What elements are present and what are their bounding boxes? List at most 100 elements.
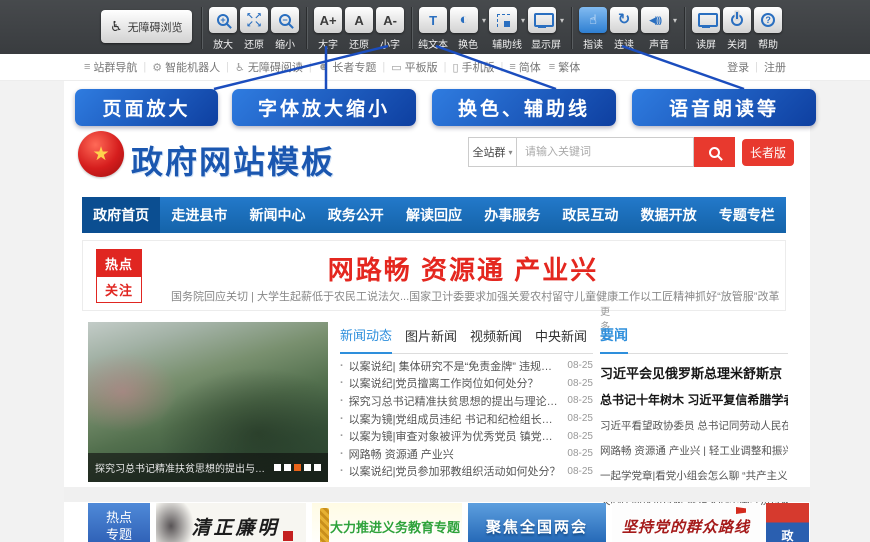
nav-item-news-center[interactable]: 新闻中心 — [238, 197, 316, 233]
text-icon: T — [429, 14, 437, 27]
sound-button[interactable]: ◀))) — [641, 7, 669, 33]
topic-banner-partial[interactable]: 政 — [766, 503, 809, 542]
point-read-button[interactable] — [579, 7, 607, 33]
page-zoom-group: + 放大 ↖↗↙↘ 还原 − 缩小 — [208, 7, 301, 51]
help-button[interactable]: ? — [754, 7, 782, 33]
elder-version-button[interactable]: 长者版 — [742, 139, 794, 166]
screen-display-button[interactable] — [528, 7, 556, 33]
tab-important-news[interactable]: 要闻 — [600, 325, 628, 354]
login-link[interactable]: 登录 — [727, 59, 749, 75]
nav-item-open-data[interactable]: 数据开放 — [630, 197, 708, 233]
news-list-item[interactable]: 以案为镜|审查对象被评为优秀党员 镇党委6人被问责08-25 — [340, 427, 593, 445]
font-restore-button[interactable]: A — [345, 7, 373, 33]
sound-dropdown-arrow[interactable]: ▾ — [669, 16, 677, 25]
register-link[interactable]: 注册 — [764, 59, 786, 75]
zoom-out-button[interactable]: − — [271, 7, 299, 33]
nav-item-interpretation[interactable]: 解读回应 — [395, 197, 473, 233]
toolbar-divider — [306, 7, 308, 49]
callout-voice-reading: 语音朗读等 — [632, 89, 816, 126]
carousel-caption-bar: 探究习总书记精准扶贫思想的提出与理论基础 — [88, 453, 328, 482]
tablet-version-link[interactable]: ▭平板版 — [391, 59, 437, 75]
hot-sublinks: 国务院回应关切 | 大学生起薪低于农民工说法欠... 国家卫计委要求加强关爱农村… — [171, 288, 749, 304]
screen-reader-button[interactable] — [692, 7, 720, 33]
nav-item-county[interactable]: 走进县市 — [160, 197, 238, 233]
divider: | — [143, 61, 146, 73]
tablet-icon: ▭ — [391, 61, 401, 74]
news-carousel[interactable]: 探究习总书记精准扶贫思想的提出与理论基础 — [88, 322, 328, 482]
traditional-chinese-link[interactable]: ≡繁体 — [549, 59, 580, 75]
tab-news-dynamics[interactable]: 新闻动态 — [340, 325, 392, 354]
mobile-version-link[interactable]: ▯手机版 — [452, 59, 494, 75]
important-news-headline[interactable]: 总书记十年树木 习近平复信希腊学者 — [600, 391, 788, 408]
menu-icon: ≡ — [84, 61, 90, 73]
nav-item-special-columns[interactable]: 专题专栏 — [708, 197, 786, 233]
important-news-item[interactable]: 习近平看望政协委员 总书记同劳动人民在一起 — [600, 418, 788, 433]
font-larger-button[interactable]: A+ — [314, 7, 342, 33]
carousel-dot[interactable] — [304, 464, 311, 471]
sound-label: 声音 — [649, 36, 669, 51]
banner-text: 大力推进义务教育专题 — [330, 517, 460, 536]
important-news-column: 要闻 习近平会见俄罗斯总理米舒斯京 总书记十年树木 习近平复信希腊学者 习近平看… — [600, 325, 788, 508]
hot-topics-label[interactable]: 热点 专题 — [88, 503, 150, 542]
news-date: 08-25 — [567, 395, 593, 406]
tab-central-news[interactable]: 中央新闻 — [535, 326, 587, 353]
topic-banner-education[interactable]: 大力推进义务教育专题 — [312, 503, 462, 542]
accessible-reading-link[interactable]: ♿无障碍阅读 — [235, 59, 303, 75]
news-list-item[interactable]: 探究习总书记精准扶贫思想的提出与理论基础08-25 — [340, 392, 593, 410]
color-dropdown-arrow[interactable]: ▾ — [478, 16, 486, 25]
guide-lines-button[interactable] — [489, 7, 517, 33]
plain-text-button[interactable]: T — [419, 7, 447, 33]
news-list-item[interactable]: 以案说纪|党员参加邪教组织活动如何处分？08-25 — [340, 463, 593, 481]
accessibility-main-button[interactable]: ♿ 无障碍浏览 — [101, 10, 192, 43]
close-toolbar-button[interactable] — [723, 7, 751, 33]
site-group-nav-link[interactable]: ≡站群导航 — [84, 59, 137, 75]
search-input[interactable] — [516, 137, 694, 167]
topic-banner-two-sessions[interactable]: 聚焦全国两会 — [468, 503, 606, 542]
important-news-headline[interactable]: 习近平会见俄罗斯总理米舒斯京 — [600, 363, 788, 382]
font-smaller-button[interactable]: A- — [376, 7, 404, 33]
color-change-button[interactable] — [450, 7, 478, 33]
carousel-dot[interactable] — [274, 464, 281, 471]
hot-focus-badge[interactable]: 热点 关注 — [96, 249, 142, 303]
news-list-item[interactable]: 以案为镜|党组成员违纪 书记和纪检组长被问责08-25 — [340, 410, 593, 428]
badge-line2: 关注 — [97, 277, 141, 302]
topic-banner-integrity[interactable]: 清正廉明 — [156, 503, 306, 542]
news-list-item[interactable]: 以案说纪|党员擅离工作岗位如何处分？08-25 — [340, 375, 593, 393]
topic-banner-mass-line[interactable]: 坚持党的群众路线 — [612, 503, 760, 542]
person-icon: ☻ — [318, 61, 330, 73]
monitor-icon — [534, 13, 550, 28]
continuous-read-button[interactable] — [610, 7, 638, 33]
screen-display-dropdown-arrow[interactable]: ▾ — [556, 16, 564, 25]
search-button[interactable] — [694, 137, 735, 167]
important-news-item[interactable]: 网路畅 资源通 产业兴 | 轻工业调整和振兴规划 — [600, 443, 788, 458]
tab-video-news[interactable]: 视频新闻 — [470, 326, 522, 353]
carousel-dot-active[interactable] — [294, 464, 301, 471]
news-list-item[interactable]: 网路畅 资源通 产业兴08-25 — [340, 445, 593, 463]
nav-item-services[interactable]: 办事服务 — [473, 197, 551, 233]
carousel-dot[interactable] — [284, 464, 291, 471]
news-list-item[interactable]: 以案说纪| 集体研究不是“免责金牌” 违规发放津补贴被...08-25 — [340, 357, 593, 375]
zoom-restore-button[interactable]: ↖↗↙↘ — [240, 7, 268, 33]
elder-topic-link[interactable]: ☻长者专题 — [318, 59, 377, 75]
important-news-item[interactable]: 一起学党章|看党小组会怎么聊 “共产主义渺茫论 — [600, 468, 788, 483]
nav-item-interaction[interactable]: 政民互动 — [551, 197, 629, 233]
tab-photo-news[interactable]: 图片新闻 — [405, 326, 457, 353]
zoom-in-label: 放大 — [213, 36, 233, 51]
palette-icon — [460, 11, 469, 29]
carousel-caption[interactable]: 探究习总书记精准扶贫思想的提出与理论基础 — [95, 460, 274, 475]
simplified-chinese-link[interactable]: ≡简体 — [509, 59, 540, 75]
hot-sublink[interactable]: 国家卫计委要求加强关爱农村留守儿童健康工作 — [409, 288, 640, 304]
robot-link[interactable]: ⚙智能机器人 — [152, 59, 220, 75]
carousel-dot[interactable] — [314, 464, 321, 471]
search-scope-select[interactable]: 全站群 — [468, 137, 516, 167]
nav-item-home[interactable]: 政府首页 — [82, 197, 160, 233]
speaker-icon: ◀))) — [649, 15, 661, 26]
guide-lines-dropdown-arrow[interactable]: ▾ — [517, 16, 525, 25]
nav-item-gov-open[interactable]: 政务公开 — [317, 197, 395, 233]
hot-sublink[interactable]: 国务院回应关切 | 大学生起薪低于农民工说法欠... — [171, 288, 409, 304]
zoom-in-button[interactable]: + — [209, 7, 237, 33]
hot-headline-link[interactable]: 网路畅 资源通 产业兴 — [153, 250, 773, 287]
news-list: 以案说纪| 集体研究不是“免责金牌” 违规发放津补贴被...08-25 以案说纪… — [340, 357, 593, 480]
news-date: 08-25 — [567, 448, 593, 459]
hot-sublink[interactable]: 以工匠精神抓好“放管服”改革 — [640, 288, 779, 304]
